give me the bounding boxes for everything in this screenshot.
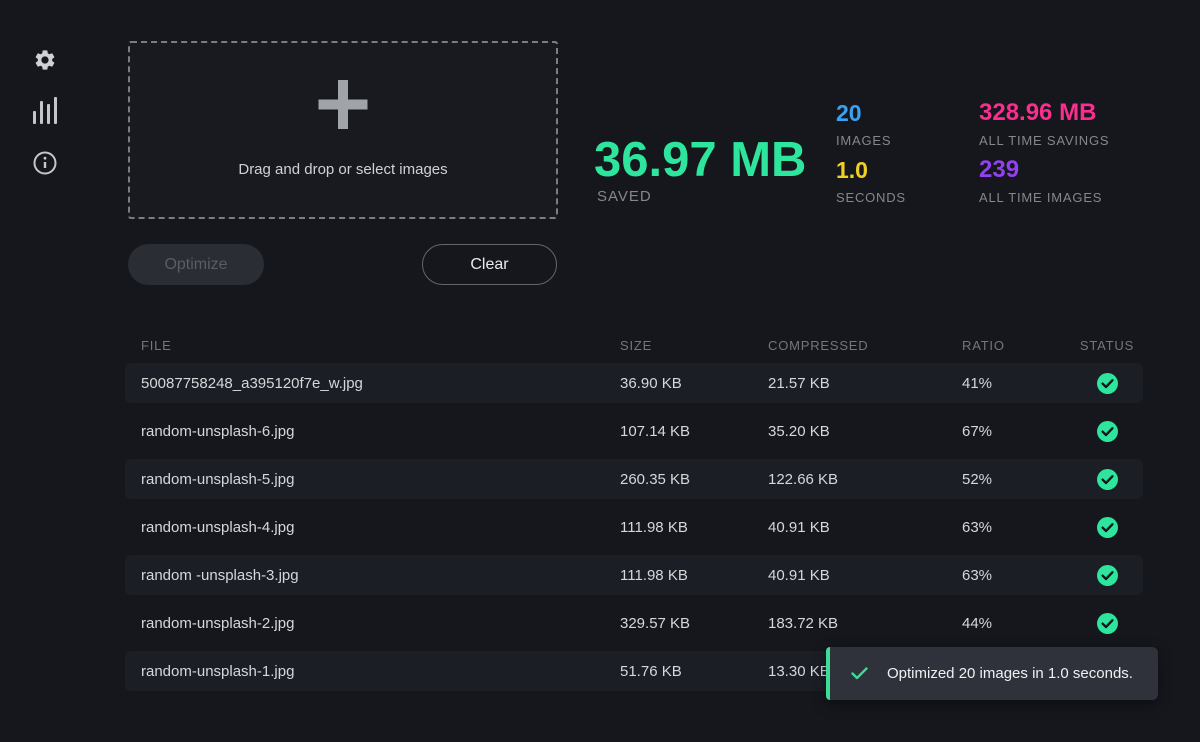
toast-check-icon <box>851 667 868 680</box>
ratio-cell: 52% <box>962 471 1071 488</box>
ratio-cell: 67% <box>962 423 1071 440</box>
table-row: random-unsplash-6.jpg107.14 KB35.20 KB67… <box>125 411 1143 451</box>
header-compressed: COMPRESSED <box>768 338 962 353</box>
file-name-cell: random-unsplash-2.jpg <box>125 615 620 632</box>
all-time-images-label: ALL TIME IMAGES <box>979 190 1102 205</box>
bar-chart-icon <box>33 97 58 124</box>
toast-notification: Optimized 20 images in 1.0 seconds. <box>826 647 1158 700</box>
file-name-cell: random-unsplash-4.jpg <box>125 519 620 536</box>
clear-button[interactable]: Clear <box>422 244 557 285</box>
header-ratio: RATIO <box>962 338 1071 353</box>
status-cell <box>1071 613 1143 634</box>
status-cell <box>1071 469 1143 490</box>
table-row: 50087758248_a395120f7e_w.jpg36.90 KB21.5… <box>125 363 1143 403</box>
success-check-icon <box>1097 517 1118 538</box>
ratio-cell: 41% <box>962 375 1071 392</box>
ratio-cell: 63% <box>962 567 1071 584</box>
size-cell: 107.14 KB <box>620 423 768 440</box>
sidebar-item-settings[interactable] <box>31 46 59 74</box>
file-name-cell: 50087758248_a395120f7e_w.jpg <box>125 375 620 392</box>
all-time-savings-label: ALL TIME SAVINGS <box>979 133 1109 148</box>
success-check-icon <box>1097 373 1118 394</box>
header-size: SIZE <box>620 338 768 353</box>
file-name-cell: random -unsplash-3.jpg <box>125 567 620 584</box>
file-name-cell: random-unsplash-1.jpg <box>125 663 620 680</box>
table-body: 50087758248_a395120f7e_w.jpg36.90 KB21.5… <box>125 363 1143 691</box>
status-cell <box>1071 517 1143 538</box>
results-table: FILE SIZE COMPRESSED RATIO STATUS 500877… <box>125 336 1143 699</box>
size-cell: 51.76 KB <box>620 663 768 680</box>
size-cell: 111.98 KB <box>620 567 768 584</box>
info-icon <box>33 151 57 175</box>
status-cell <box>1071 565 1143 586</box>
compressed-cell: 40.91 KB <box>768 567 962 584</box>
optimize-button[interactable]: Optimize <box>128 244 264 285</box>
dropzone-label: Drag and drop or select images <box>130 161 556 178</box>
compressed-cell: 21.57 KB <box>768 375 962 392</box>
size-cell: 260.35 KB <box>620 471 768 488</box>
size-cell: 111.98 KB <box>620 519 768 536</box>
size-cell: 329.57 KB <box>620 615 768 632</box>
header-file: FILE <box>125 338 620 353</box>
saved-value: 36.97 MB <box>594 132 806 188</box>
table-row: random-unsplash-5.jpg260.35 KB122.66 KB5… <box>125 459 1143 499</box>
file-name-cell: random-unsplash-5.jpg <box>125 471 620 488</box>
success-check-icon <box>1097 565 1118 586</box>
all-time-savings-value: 328.96 MB <box>979 99 1096 127</box>
size-cell: 36.90 KB <box>620 375 768 392</box>
table-row: random-unsplash-4.jpg111.98 KB40.91 KB63… <box>125 507 1143 547</box>
toast-message: Optimized 20 images in 1.0 seconds. <box>887 665 1133 682</box>
compressed-cell: 35.20 KB <box>768 423 962 440</box>
ratio-cell: 63% <box>962 519 1071 536</box>
table-header: FILE SIZE COMPRESSED RATIO STATUS <box>125 336 1143 355</box>
success-check-icon <box>1097 613 1118 634</box>
success-check-icon <box>1097 469 1118 490</box>
saved-label: SAVED <box>597 188 652 205</box>
table-row: random -unsplash-3.jpg111.98 KB40.91 KB6… <box>125 555 1143 595</box>
header-status: STATUS <box>1071 338 1143 353</box>
sidebar-item-statistics[interactable] <box>31 95 60 126</box>
compressed-cell: 40.91 KB <box>768 519 962 536</box>
images-count-value: 20 <box>836 100 862 127</box>
gear-icon <box>33 48 57 72</box>
plus-icon <box>319 80 368 129</box>
app-window: Drag and drop or select images Optimize … <box>0 0 1200 742</box>
file-name-cell: random-unsplash-6.jpg <box>125 423 620 440</box>
images-count-label: IMAGES <box>836 133 891 148</box>
seconds-label: SECONDS <box>836 190 906 205</box>
status-cell <box>1071 373 1143 394</box>
seconds-value: 1.0 <box>836 157 868 184</box>
table-row: random-unsplash-2.jpg329.57 KB183.72 KB4… <box>125 603 1143 643</box>
all-time-images-value: 239 <box>979 156 1019 184</box>
sidebar-item-about[interactable] <box>31 149 59 177</box>
success-check-icon <box>1097 421 1118 442</box>
compressed-cell: 122.66 KB <box>768 471 962 488</box>
dropzone[interactable]: Drag and drop or select images <box>128 41 558 219</box>
ratio-cell: 44% <box>962 615 1071 632</box>
status-cell <box>1071 421 1143 442</box>
compressed-cell: 183.72 KB <box>768 615 962 632</box>
